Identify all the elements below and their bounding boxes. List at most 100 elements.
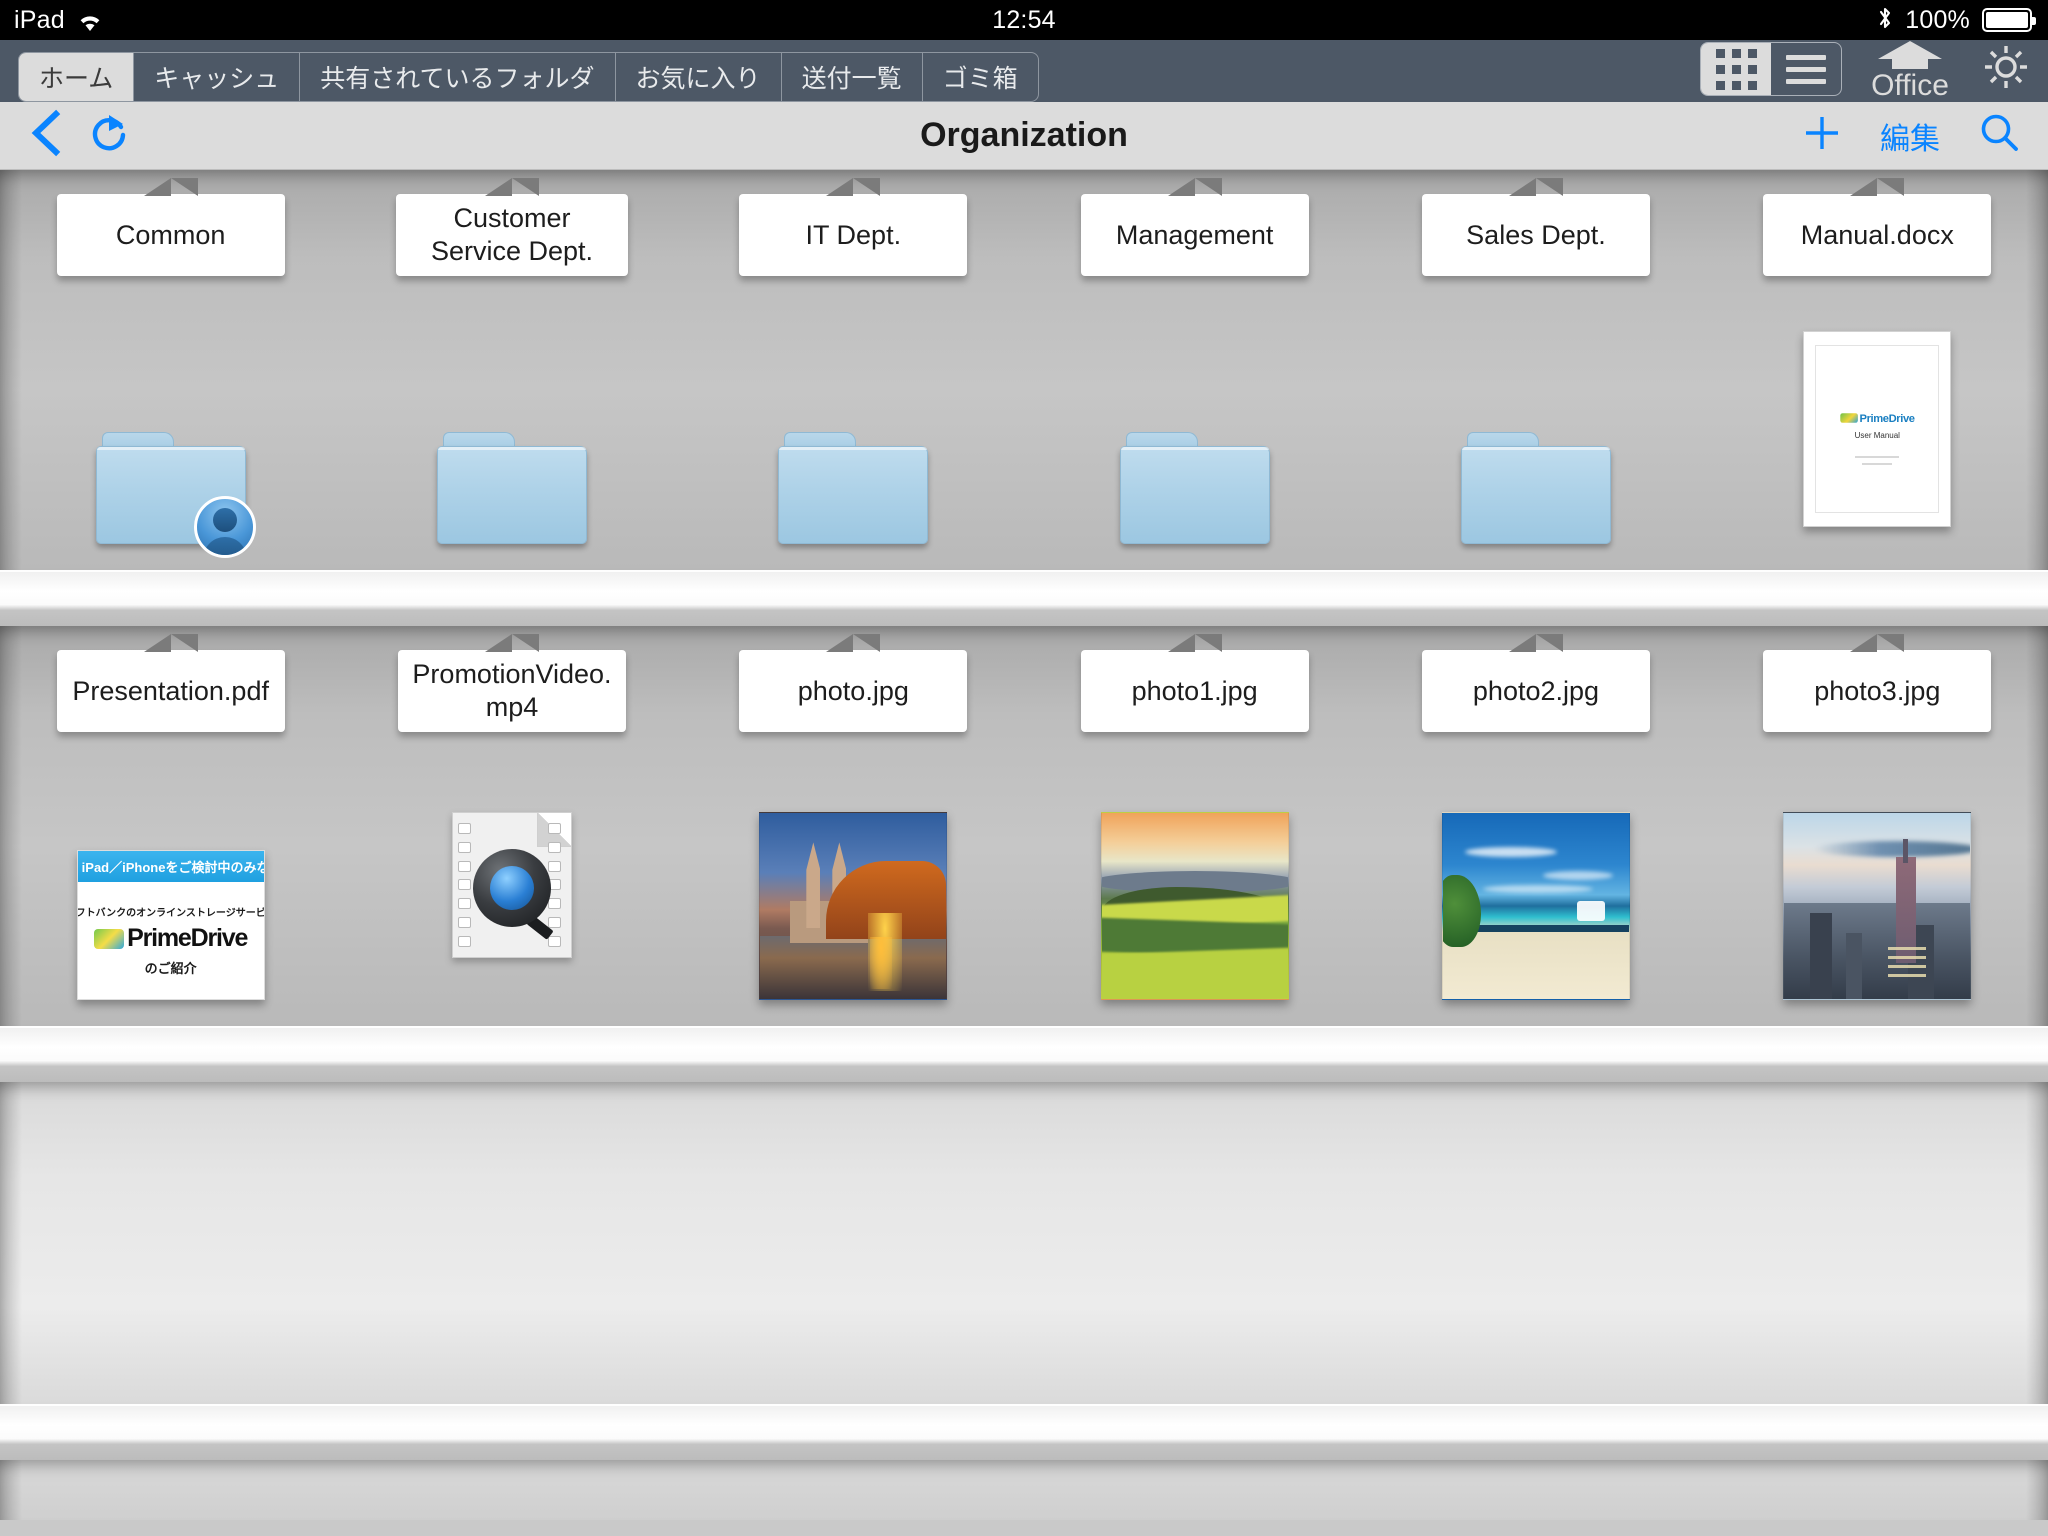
shelf-row-2: Presentation.pdf iPad／iPhoneをご検討中のみなさまへ … [0,626,2048,1082]
photo-thumbnail [1783,812,1972,1000]
file-label: photo3.jpg [1763,650,1992,732]
file-item-manual-docx[interactable]: Manual.docx PrimeDrive User Manual [1707,170,2048,570]
office-label: Office [1871,68,1949,102]
file-item-management[interactable]: Management [1024,170,1365,570]
file-icon-slot [1024,314,1365,544]
file-item-it-dept[interactable]: IT Dept. [683,170,1024,570]
file-item-promotionvideo-mp4[interactable]: PromotionVideo. mp4 [341,626,682,1026]
tab-group: ホーム キャッシュ 共有されているフォルダ お気に入り 送付一覧 ゴミ箱 [18,52,1039,102]
shared-user-badge-icon [193,496,256,558]
shelf-backdrop [0,1082,2048,1404]
label-clip-icon [1850,178,1905,196]
status-bar-clock: 12:54 [992,5,1056,34]
toolbar-right-actions: Office [1700,39,2034,103]
tab-trash[interactable]: ゴミ箱 [921,53,1038,101]
battery-percent: 100% [1905,5,1970,34]
list-view-icon [1786,54,1826,84]
pdf-line-1: ソフトバンクのオンラインストレージサービス [78,908,264,919]
label-clip-icon [143,178,198,196]
list-view-button[interactable] [1771,43,1841,95]
file-icon-slot [683,314,1024,544]
tab-favorites[interactable]: お気に入り [614,53,781,101]
status-bar: iPad 12:54 100% [0,0,2048,40]
photo-thumbnail [759,812,948,1000]
grid-view-button[interactable] [1701,43,1771,96]
folder-icon [436,432,587,544]
edit-button[interactable]: 編集 [1880,114,1940,158]
label-clip-icon [826,634,881,652]
shelf-row-3 [0,1082,2048,1460]
shelf-items-row-2: Presentation.pdf iPad／iPhoneをご検討中のみなさまへ … [0,626,2048,1026]
file-icon-slot [683,770,1024,1000]
grid-view-icon [1715,48,1757,90]
label-clip-icon [143,634,198,652]
file-item-presentation-pdf[interactable]: Presentation.pdf iPad／iPhoneをご検討中のみなさまへ … [0,626,341,1026]
pdf-thumbnail: iPad／iPhoneをご検討中のみなさまへ ソフトバンクのオンラインストレージ… [76,850,265,1000]
wifi-icon [77,10,103,31]
file-label: Sales Dept. [1421,194,1650,276]
search-button[interactable] [1978,112,2020,159]
page-title: Organization [920,116,1128,154]
quicktime-movie-icon [451,812,572,958]
add-button[interactable] [1802,113,1842,158]
back-button[interactable] [28,109,62,162]
file-label: photo.jpg [739,650,968,732]
tab-sent-list[interactable]: 送付一覧 [780,53,922,101]
settings-button[interactable] [1978,41,2034,97]
file-item-customer-service-dept[interactable]: Customer Service Dept. [341,170,682,570]
file-label: photo1.jpg [1080,650,1309,732]
shelf-backdrop [0,1460,2048,1520]
file-icon-slot [341,770,682,1000]
shelf-row-4 [0,1460,2048,1520]
status-bar-left: iPad [0,6,103,35]
file-label: Manual.docx [1763,194,1992,276]
gear-icon [1980,41,2032,98]
file-icon-slot [1024,770,1365,1000]
shelf-board [0,570,2048,626]
tab-shared-folders[interactable]: 共有されているフォルダ [299,53,614,101]
label-clip-icon [826,178,881,196]
status-bar-right: 100% [1877,5,2048,35]
file-item-photo3-jpg[interactable]: photo3.jpg [1707,626,2048,1026]
file-label: Customer Service Dept. [395,194,628,276]
label-clip-icon [1167,178,1222,196]
device-name: iPad [14,5,65,34]
file-item-common[interactable]: Common [0,170,341,570]
battery-icon [1982,8,2036,32]
file-item-photo-jpg[interactable]: photo.jpg [683,626,1024,1026]
navigation-bar: Organization 編集 [0,102,2048,170]
navigation-right: 編集 [1802,112,2020,159]
view-mode-toggle [1700,42,1842,97]
shelf-backdrop: Common Customer Service Dept. IT Dept. M… [0,170,2048,570]
tab-home[interactable]: ホーム [19,53,134,101]
shelf-board [0,1026,2048,1082]
file-item-photo2-jpg[interactable]: photo2.jpg [1365,626,1706,1026]
label-clip-icon [484,178,539,196]
file-icon-slot: PrimeDrive User Manual [1707,314,2048,544]
file-browser-shelves: Common Customer Service Dept. IT Dept. M… [0,170,2048,1536]
folder-icon [778,432,929,544]
file-label: photo2.jpg [1421,650,1650,732]
label-clip-icon [1508,178,1563,196]
label-clip-icon [1508,634,1563,652]
main-toolbar: ホーム キャッシュ 共有されているフォルダ お気に入り 送付一覧 ゴミ箱 Off… [0,40,2048,102]
file-label: Presentation.pdf [56,650,285,732]
label-clip-icon [484,634,539,652]
folder-icon [95,432,256,558]
photo-thumbnail [1441,812,1630,1000]
file-icon-slot [0,314,341,558]
file-item-photo1-jpg[interactable]: photo1.jpg [1024,626,1365,1026]
file-icon-slot [1365,314,1706,544]
file-item-sales-dept[interactable]: Sales Dept. [1365,170,1706,570]
photo-thumbnail [1100,812,1289,1000]
label-clip-icon [1167,634,1222,652]
refresh-button[interactable] [88,111,130,160]
file-icon-slot: iPad／iPhoneをご検討中のみなさまへ ソフトバンクのオンラインストレージ… [0,770,341,1000]
primedrive-logo-icon: PrimeDrive [94,924,248,953]
shelf-backdrop: Presentation.pdf iPad／iPhoneをご検討中のみなさまへ … [0,626,2048,1026]
shelf-row-1: Common Customer Service Dept. IT Dept. M… [0,170,2048,626]
file-label: Management [1080,194,1309,276]
pdf-brand: PrimeDrive [127,924,248,952]
tab-cache[interactable]: キャッシュ [133,53,299,101]
office-button[interactable]: Office [1864,39,1956,101]
